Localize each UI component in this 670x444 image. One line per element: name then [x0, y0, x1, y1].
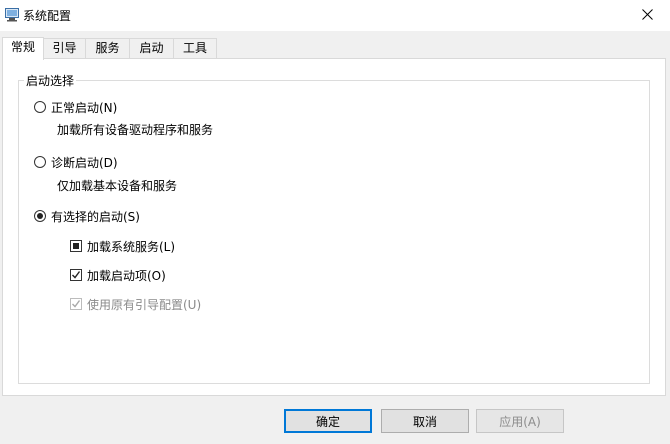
diagnostic-startup-desc: 仅加载基本设备和服务: [57, 179, 178, 193]
tab-label: 引导: [52, 41, 77, 55]
normal-startup-desc: 加载所有设备驱动程序和服务: [57, 123, 214, 137]
startup-selection-group: 启动选择 正常启动(N) 加载所有设备驱动程序和服务 诊断启动(D) 仅加载基本…: [18, 72, 650, 384]
app-icon: [5, 8, 20, 22]
ok-button-label: 确定: [315, 414, 340, 429]
load-startup-items-checkbox[interactable]: [70, 269, 82, 281]
tab-label: 常规: [10, 40, 35, 54]
apply-button[interactable]: 应用(A): [476, 409, 564, 433]
apply-button-label: 应用(A): [499, 414, 541, 429]
tab-general[interactable]: 常规: [2, 37, 44, 60]
ok-button[interactable]: 确定: [284, 409, 372, 433]
use-original-boot-config-checkbox[interactable]: [70, 298, 82, 310]
tab-label: 启动: [139, 41, 164, 55]
load-startup-items-label[interactable]: 加载启动项(O): [87, 267, 166, 284]
use-original-boot-config-label[interactable]: 使用原有引导配置(U): [87, 296, 201, 313]
close-icon: [641, 8, 653, 23]
tab-boot[interactable]: 引导: [43, 38, 86, 58]
window-title: 系统配置: [23, 9, 72, 23]
close-button[interactable]: [624, 0, 670, 31]
checkmark-icon: [72, 300, 81, 308]
normal-startup-label[interactable]: 正常启动(N): [51, 99, 117, 116]
cancel-button-label: 取消: [412, 414, 437, 429]
load-system-services-label[interactable]: 加载系统服务(L): [87, 238, 175, 255]
tab-label: 工具: [182, 41, 207, 55]
tab-startup[interactable]: 启动: [129, 38, 174, 58]
selective-startup-label[interactable]: 有选择的启动(S): [51, 208, 140, 225]
group-label: 启动选择: [24, 72, 77, 89]
tab-strip: 常规 引导 服务 启动 工具: [2, 37, 668, 60]
tab-label: 服务: [95, 41, 120, 55]
checkmark-icon: [72, 271, 81, 279]
title-bar: 系统配置: [0, 0, 670, 31]
diagnostic-startup-label[interactable]: 诊断启动(D): [51, 154, 118, 171]
cancel-button[interactable]: 取消: [381, 409, 469, 433]
load-system-services-checkbox[interactable]: [70, 240, 82, 252]
selective-startup-radio[interactable]: [34, 210, 46, 222]
tab-tools[interactable]: 工具: [173, 38, 217, 58]
general-tab-panel: 启动选择 正常启动(N) 加载所有设备驱动程序和服务 诊断启动(D) 仅加载基本…: [2, 58, 666, 396]
diagnostic-startup-radio[interactable]: [34, 156, 46, 168]
normal-startup-radio[interactable]: [34, 101, 46, 113]
tab-services[interactable]: 服务: [85, 38, 130, 58]
